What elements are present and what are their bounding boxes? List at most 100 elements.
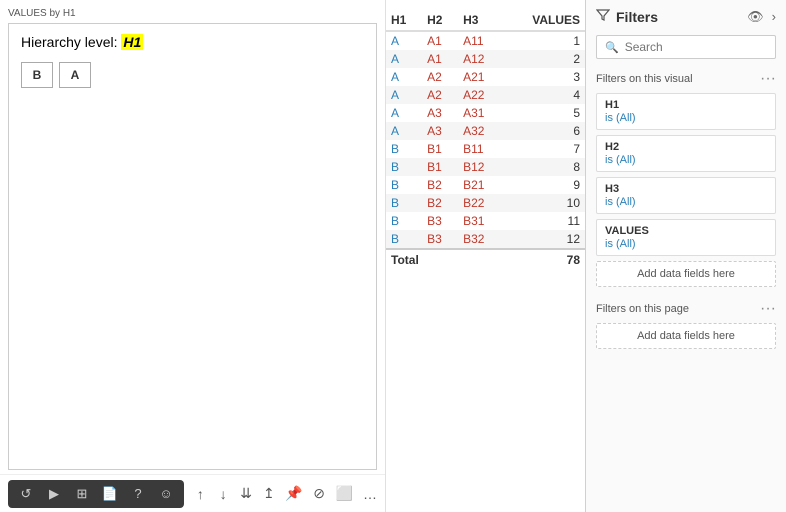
cell-h2: A2 xyxy=(422,68,458,86)
table-row: A A1 A11 1 xyxy=(386,31,585,50)
cell-h1: B xyxy=(386,158,422,176)
search-box[interactable]: 🔍 xyxy=(596,35,776,59)
add-fields-page-btn[interactable]: Add data fields here xyxy=(596,323,776,349)
cell-h3: B31 xyxy=(458,212,503,230)
toolbar-icon-more[interactable]: … xyxy=(363,484,377,504)
table-row: B B1 B12 8 xyxy=(386,158,585,176)
cell-val: 2 xyxy=(503,50,585,68)
visual-container: Hierarchy level: H1 B A xyxy=(8,23,377,470)
filter-card[interactable]: H2 is (All) xyxy=(596,135,776,172)
cell-val: 12 xyxy=(503,230,585,249)
cell-val: 4 xyxy=(503,86,585,104)
total-label: Total xyxy=(386,249,503,270)
btn-a[interactable]: A xyxy=(59,62,91,88)
section-page-more[interactable]: ··· xyxy=(760,301,776,317)
cell-h2: A3 xyxy=(422,104,458,122)
toolbar-icon-doc[interactable]: 📄 xyxy=(100,484,120,504)
toolbar-icon-down-all[interactable]: ⇊ xyxy=(240,484,253,504)
filters-header: Filters 👁 › xyxy=(596,8,776,25)
add-fields-visual-btn[interactable]: Add data fields here xyxy=(596,261,776,287)
toolbar-icon-frame[interactable]: ⬜ xyxy=(336,484,353,504)
filters-icons: 👁 › xyxy=(747,9,776,25)
section-visual-label: Filters on this visual xyxy=(596,73,693,85)
search-icon: 🔍 xyxy=(605,41,619,54)
filter-card-label: H2 xyxy=(605,141,767,153)
cell-h1: A xyxy=(386,31,422,50)
filters-chevron-icon[interactable]: › xyxy=(772,9,776,24)
col-values: VALUES xyxy=(503,10,585,31)
cell-h1: A xyxy=(386,86,422,104)
cell-h3: B22 xyxy=(458,194,503,212)
toolbar-icon-help[interactable]: ? xyxy=(128,484,148,504)
btn-b[interactable]: B xyxy=(21,62,53,88)
toolbar-icon-play[interactable]: ▶ xyxy=(44,484,64,504)
visual-title: VALUES by H1 xyxy=(0,6,385,23)
toolbar-icon-pin[interactable]: 📌 xyxy=(285,484,302,504)
toolbar-icon-up[interactable]: ↑ xyxy=(194,484,207,504)
cell-val: 1 xyxy=(503,31,585,50)
cell-val: 10 xyxy=(503,194,585,212)
section-page-row: Filters on this page ··· xyxy=(596,301,776,317)
cell-h2: B2 xyxy=(422,194,458,212)
table-row: B B2 B21 9 xyxy=(386,176,585,194)
cell-h2: B3 xyxy=(422,230,458,249)
section-page-label: Filters on this page xyxy=(596,303,689,315)
total-row: Total 78 xyxy=(386,249,585,270)
col-h2: H2 xyxy=(422,10,458,31)
table-row: A A2 A22 4 xyxy=(386,86,585,104)
search-input[interactable] xyxy=(625,40,767,54)
cell-h2: B1 xyxy=(422,140,458,158)
filter-card[interactable]: VALUES is (All) xyxy=(596,219,776,256)
filter-card-value: is (All) xyxy=(605,112,767,124)
table-row: B B2 B22 10 xyxy=(386,194,585,212)
cell-h1: B xyxy=(386,176,422,194)
cell-h1: A xyxy=(386,50,422,68)
toolbar-dark-group: ↺ ▶ ⊞ 📄 ? ☺ xyxy=(8,480,184,508)
cell-h1: B xyxy=(386,140,422,158)
data-table: H1 H2 H3 VALUES A A1 A11 1 A A1 A12 2 A … xyxy=(386,10,585,270)
cell-h1: B xyxy=(386,212,422,230)
filter-funnel-icon xyxy=(596,8,610,25)
filters-eye-icon[interactable]: 👁 xyxy=(747,9,764,25)
cell-h3: A11 xyxy=(458,31,503,50)
toolbar-icon-collapse[interactable]: ↥ xyxy=(262,484,275,504)
cell-val: 6 xyxy=(503,122,585,140)
total-value: 78 xyxy=(503,249,585,270)
filter-card[interactable]: H1 is (All) xyxy=(596,93,776,130)
cell-h1: B xyxy=(386,230,422,249)
filters-on-page: Filters on this page ··· Add data fields… xyxy=(596,301,776,359)
cell-h3: A12 xyxy=(458,50,503,68)
filters-title: Filters xyxy=(596,8,658,25)
filter-card[interactable]: H3 is (All) xyxy=(596,177,776,214)
hierarchy-prefix: Hierarchy level: xyxy=(21,34,121,50)
filters-title-text: Filters xyxy=(616,9,658,25)
filter-card-label: VALUES xyxy=(605,225,767,237)
filter-cards-visual: H1 is (All) H2 is (All) H3 is (All) VALU… xyxy=(596,93,776,261)
toolbar-icon-emoji[interactable]: ☺ xyxy=(156,484,176,504)
hierarchy-label: Hierarchy level: H1 xyxy=(21,34,364,50)
toolbar-icon-down[interactable]: ↓ xyxy=(217,484,230,504)
table-row: B B1 B11 7 xyxy=(386,140,585,158)
cell-h2: A1 xyxy=(422,31,458,50)
cell-h2: B3 xyxy=(422,212,458,230)
cell-h3: A21 xyxy=(458,68,503,86)
cell-val: 11 xyxy=(503,212,585,230)
btn-group: B A xyxy=(21,62,364,88)
filter-card-label: H1 xyxy=(605,99,767,111)
cell-val: 5 xyxy=(503,104,585,122)
cell-h3: B32 xyxy=(458,230,503,249)
section-visual-row: Filters on this visual ··· xyxy=(596,71,776,87)
toolbar-icon-table[interactable]: ⊞ xyxy=(72,484,92,504)
cell-h2: A3 xyxy=(422,122,458,140)
cell-h3: A32 xyxy=(458,122,503,140)
table-row: B B3 B31 11 xyxy=(386,212,585,230)
section-visual-more[interactable]: ··· xyxy=(760,71,776,87)
cell-h3: B21 xyxy=(458,176,503,194)
filter-card-label: H3 xyxy=(605,183,767,195)
cell-h2: B2 xyxy=(422,176,458,194)
toolbar-icon-filter[interactable]: ⊘ xyxy=(313,484,326,504)
toolbar-icon-reset[interactable]: ↺ xyxy=(16,484,36,504)
cell-h3: A31 xyxy=(458,104,503,122)
cell-val: 7 xyxy=(503,140,585,158)
table-row: A A1 A12 2 xyxy=(386,50,585,68)
